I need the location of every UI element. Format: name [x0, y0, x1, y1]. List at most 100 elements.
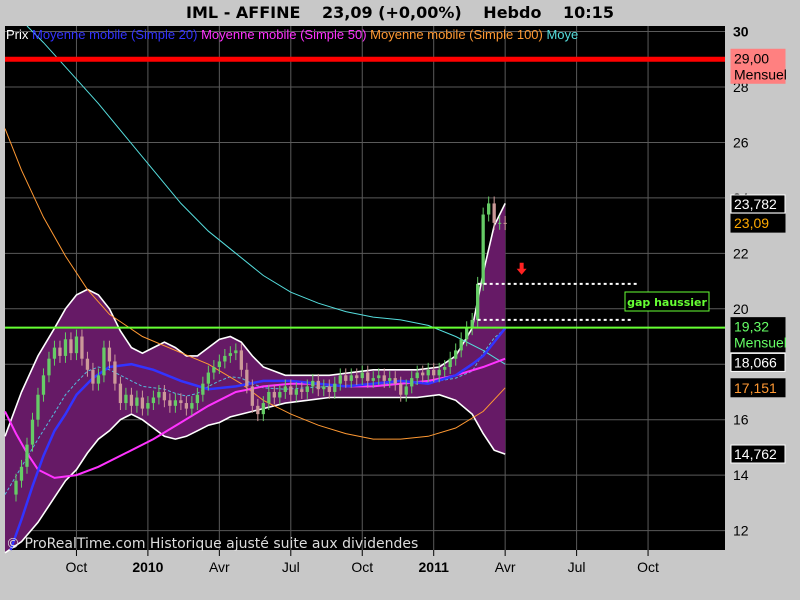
- candle-body: [404, 386, 408, 395]
- candle-body: [30, 419, 35, 445]
- candle-body: [481, 214, 485, 284]
- candle-body: [459, 339, 463, 351]
- candle-body: [69, 339, 73, 354]
- candle-body: [487, 203, 491, 215]
- x-tick-label: 2011: [419, 559, 450, 575]
- candle-body: [162, 391, 167, 401]
- candle-body: [91, 369, 95, 384]
- candle-body: [63, 339, 68, 356]
- candle-body: [382, 375, 386, 381]
- candle-body: [184, 403, 189, 409]
- legend-item: Moyenne mobile (Simple 50): [197, 27, 366, 42]
- candle-body: [113, 361, 117, 384]
- candle-body: [338, 375, 342, 384]
- candle-body: [426, 369, 430, 376]
- candle-body: [239, 350, 243, 370]
- candle-body: [399, 383, 403, 395]
- candle-body: [173, 400, 178, 406]
- legend-item: Prix: [6, 27, 29, 42]
- candle-body: [124, 394, 128, 404]
- price-tag-value: 23,782: [734, 196, 777, 212]
- x-tick-label: Oct: [351, 559, 373, 575]
- candle-body: [52, 347, 57, 359]
- candle-body: [349, 375, 353, 381]
- candle-body: [333, 383, 337, 392]
- x-tick-label: Avr: [209, 559, 230, 575]
- candle-body: [283, 386, 287, 392]
- candle-body: [327, 386, 331, 392]
- candle-body: [234, 350, 238, 354]
- candle-body: [267, 391, 271, 404]
- y-tick-label: 20: [733, 301, 749, 317]
- candle-body: [454, 350, 458, 359]
- candle-body: [168, 400, 172, 406]
- candle-body: [294, 389, 298, 395]
- candle-body: [344, 375, 348, 381]
- candle-body: [217, 361, 221, 368]
- candle-body: [102, 347, 106, 376]
- y-tick-label: 16: [733, 412, 749, 428]
- candle-body: [415, 372, 419, 379]
- candle-body: [201, 383, 205, 395]
- y-tick-label: 26: [733, 134, 749, 150]
- candle-body: [476, 283, 480, 320]
- price-label: 23,09 (+0,00%): [322, 3, 462, 22]
- legend-item: Moyenne mobile (Simple 20): [28, 27, 197, 42]
- candle-body: [498, 222, 502, 224]
- candle-body: [355, 375, 359, 379]
- candle-body: [96, 375, 101, 384]
- candle-body: [85, 358, 90, 370]
- legend-text: Prix Moyenne mobile (Simple 20) Moyenne …: [6, 27, 578, 42]
- price-tag-value: 17,151: [734, 380, 777, 396]
- candle-body: [190, 403, 194, 409]
- candle-body: [492, 203, 496, 223]
- candle-body: [371, 378, 375, 381]
- y-tick-label: 22: [733, 245, 749, 261]
- x-axis: Oct 2010 Avr Jul Oct 2011 Avr Jul Oct: [66, 550, 659, 575]
- candle-body: [443, 367, 447, 370]
- gap-label: gap haussier: [627, 296, 707, 309]
- candle-body: [14, 480, 18, 495]
- y-tick-label: 14: [733, 467, 749, 483]
- candle-body: [47, 358, 51, 376]
- candle-body: [503, 222, 507, 224]
- x-tick-label: Jul: [282, 559, 300, 575]
- candle-body: [245, 369, 249, 387]
- candle-body: [223, 355, 227, 362]
- price-tag-value: 18,066: [734, 354, 777, 370]
- candle-body: [410, 378, 414, 387]
- candle-body: [129, 394, 134, 406]
- candle-body: [448, 358, 452, 368]
- candle-body: [80, 336, 84, 359]
- plot-area: [5, 26, 725, 550]
- candle-body: [140, 397, 145, 409]
- candle-body: [366, 372, 370, 381]
- x-tick-label: Oct: [66, 559, 88, 575]
- candle-body: [437, 369, 441, 376]
- candle-body: [311, 380, 315, 387]
- candle-body: [157, 391, 161, 398]
- candle-body: [135, 397, 139, 406]
- candle-body: [41, 375, 46, 395]
- price-tag-value: 23,09: [734, 215, 769, 231]
- price-tag-period: Mensuel: [734, 66, 787, 82]
- period-label: Hebdo: [483, 3, 542, 22]
- candle-body: [261, 403, 265, 415]
- candle-body: [146, 403, 150, 409]
- candle-body: [179, 400, 183, 404]
- x-tick-label: Jul: [568, 559, 586, 575]
- candle-body: [300, 389, 304, 392]
- candle-body: [278, 391, 282, 398]
- candle-body: [465, 328, 469, 340]
- price-tag-value: 14,762: [734, 446, 777, 462]
- candle-body: [74, 336, 79, 354]
- legend-item: Moye: [543, 27, 578, 42]
- candle-body: [151, 397, 156, 404]
- x-tick-label: Oct: [637, 559, 659, 575]
- candle-body: [316, 380, 320, 390]
- candle-body: [195, 394, 200, 404]
- candle-body: [393, 378, 397, 384]
- candle-body: [256, 405, 260, 415]
- candle-body: [19, 466, 24, 481]
- candle-body: [206, 372, 211, 384]
